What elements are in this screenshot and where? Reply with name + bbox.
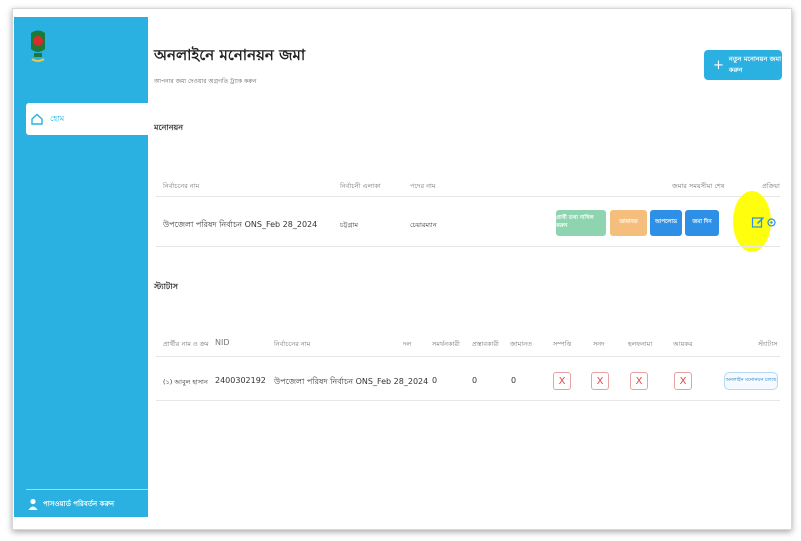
edit-icon[interactable] — [751, 215, 765, 229]
nomination-area: চট্টগ্রাম — [340, 221, 358, 229]
column-header: নির্বাচনের নাম — [274, 340, 311, 348]
submit-button[interactable]: জমা দিন — [685, 210, 719, 236]
info-icon[interactable] — [767, 218, 776, 227]
change-password-label: পাসওয়ার্ড পরিবর্তন করুন — [43, 499, 115, 508]
status-online-nomination-button[interactable]: অনলাইন মনোনয়ন চলছে — [724, 372, 778, 390]
count-proposers: 0 — [472, 376, 478, 385]
change-password-link[interactable]: পাসওয়ার্ড পরিবর্তন করুন — [26, 489, 148, 517]
sidebar: হোম পাসওয়ার্ড পরিবর্তন করুন — [14, 17, 152, 517]
new-nomination-label: নতুন মনোনয়ন জমা করুন — [728, 55, 781, 74]
plus-icon: + — [713, 57, 724, 73]
column-header: NID — [215, 338, 230, 347]
column-header: পদের নাম — [410, 182, 436, 190]
column-header: নির্বাচনের নাম — [163, 182, 200, 190]
missing-property-icon: X — [553, 372, 571, 390]
column-header: সনদ — [593, 340, 605, 348]
user-icon — [28, 498, 38, 510]
column-header: প্রার্থীর নাম ও ক্রম — [163, 340, 209, 348]
missing-certificate-icon: X — [591, 372, 609, 390]
candidate-nid: 2400302192 — [215, 376, 266, 385]
missing-affidavit-icon: X — [630, 372, 648, 390]
candidate-name: (১) আবুল হাসান — [163, 378, 208, 386]
new-nomination-button[interactable]: + নতুন মনোনয়ন জমা করুন — [704, 50, 782, 80]
page-subtitle: আপনার জমা দেওয়ার অগ্রগতি ট্র্যাক করুন — [154, 78, 257, 85]
deposit-button[interactable]: জামানত — [610, 210, 647, 236]
status-section-title: স্ট্যাটাস — [154, 282, 178, 291]
column-header: জমার সময়সীমা শেষ — [672, 182, 725, 190]
column-header: স্ট্যাটাস — [758, 340, 778, 348]
column-header: সমর্থনকারী — [432, 340, 460, 348]
sidebar-item-label: হোম — [50, 113, 65, 123]
nomination-election-name: উপজেলা পরিষদ নির্বাচন ONS_Feb 28_2024 — [163, 220, 318, 229]
column-header: প্রক্রিয়া — [762, 182, 780, 190]
emblem-logo-icon — [28, 29, 48, 67]
column-header: প্রস্তাবকারী — [472, 340, 499, 348]
table-divider — [156, 356, 780, 357]
table-divider — [156, 400, 780, 401]
column-header: আয়কর — [673, 340, 693, 348]
home-icon — [30, 112, 44, 126]
count-deposit: 0 — [511, 376, 517, 385]
table-divider — [156, 196, 780, 197]
status-election-name: উপজেলা পরিষদ নির্বাচন ONS_Feb 28_2024 — [274, 377, 429, 386]
nomination-post: চেয়ারম্যান — [410, 221, 437, 229]
column-header: নির্বাচনী এলাকা — [340, 182, 381, 190]
column-header: দল — [403, 340, 412, 348]
nominations-section-title: মনোনয়ন — [154, 123, 184, 132]
candidate-info-button[interactable]: প্রার্থী তথ্য দাখিল করুন — [556, 210, 606, 236]
upload-button[interactable]: আপলোড — [650, 210, 682, 236]
column-header: হলফনামা — [628, 340, 653, 348]
count-supporters: 0 — [432, 376, 438, 385]
missing-tax-icon: X — [674, 372, 692, 390]
table-divider — [156, 246, 780, 247]
page-title: অনলাইনে মনোনয়ন জমা — [154, 46, 306, 64]
column-header: সম্পত্তি — [553, 340, 572, 348]
column-header: জামানত — [510, 340, 532, 348]
sidebar-item-home[interactable]: হোম — [26, 103, 152, 135]
